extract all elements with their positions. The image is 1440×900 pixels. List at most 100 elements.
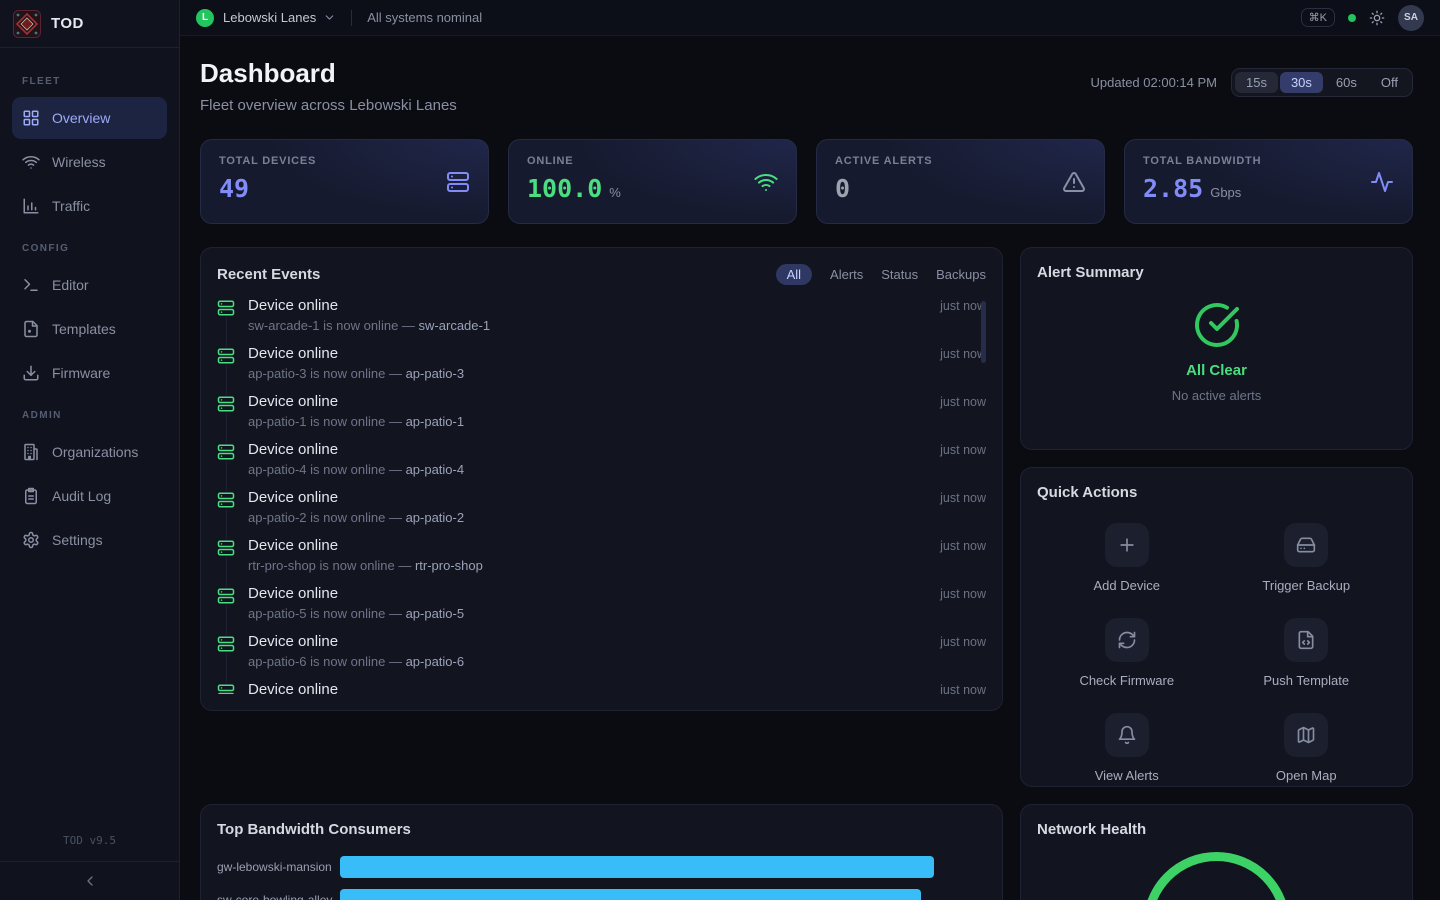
event-title: Device online [248,441,464,458]
chevron-down-icon[interactable] [323,11,336,24]
event-subtitle: ap-patio-2 is now online — ap-patio-2 [248,510,464,525]
event-time: just now [940,491,986,505]
sidebar-item-settings[interactable]: Settings [12,519,167,561]
quick-action-label: View Alerts [1095,768,1159,783]
server-icon [217,539,235,557]
health-dot [1348,14,1356,22]
command-palette-shortcut[interactable]: ⌘K [1301,8,1335,27]
stat-label: TOTAL BANDWIDTH [1143,155,1394,167]
tab-status[interactable]: Status [881,267,918,282]
interval-off-button[interactable]: Off [1370,72,1409,93]
sidebar-item-traffic[interactable]: Traffic [12,185,167,227]
event-time: just now [940,587,986,601]
sidebar-item-wireless[interactable]: Wireless [12,141,167,183]
device-name: ap-patio-1 [406,414,465,429]
event-subtitle: sw-arcade-1 is now online — sw-arcade-1 [248,318,490,333]
bandwidth-device-label: gw-lebowski-mansion [217,860,340,874]
sidebar-item-label: Firmware [52,365,110,381]
bandwidth-device-label: sw-core-bowling-alley [217,893,340,900]
interval-60s-button[interactable]: 60s [1325,72,1368,93]
event-subtitle: ap-patio-4 is now online — ap-patio-4 [248,462,464,477]
interval-30s-button[interactable]: 30s [1280,72,1323,93]
add-device-button[interactable]: Add Device [1037,523,1217,593]
tab-alerts[interactable]: Alerts [830,267,863,282]
sidebar-item-label: Editor [52,277,89,293]
event-title: Device online [248,537,483,554]
trigger-backup-button[interactable]: Trigger Backup [1217,523,1397,593]
event-time: just now [940,299,986,313]
stat-label: TOTAL DEVICES [219,155,470,167]
tab-backups[interactable]: Backups [936,267,986,282]
bandwidth-consumers-panel: Top Bandwidth Consumers gw-lebowski-mans… [200,804,1003,900]
check-circle-icon [1193,301,1241,349]
grid-icon [22,109,40,127]
event-subtitle: ap-patio-3 is now online — ap-patio-3 [248,366,464,381]
sidebar-item-editor[interactable]: Editor [12,264,167,306]
tab-all[interactable]: All [776,264,812,285]
events-list[interactable]: Device online sw-arcade-1 is now online … [217,297,986,694]
alert-summary-panel: Alert Summary All Clear No active alerts [1020,247,1413,450]
server-icon [217,491,235,509]
bandwidth-bar [340,856,935,878]
sidebar-collapse-button[interactable] [0,861,179,900]
sidebar-item-templates[interactable]: Templates [12,308,167,350]
activity-icon [1370,170,1394,194]
alert-triangle-icon [1062,170,1086,194]
download-icon [22,364,40,382]
chevron-left-icon [82,873,98,889]
event-row: Device online ap-patio-2 is now online —… [217,489,986,537]
event-time: just now [940,539,986,553]
org-switcher[interactable]: Lebowski Lanes [223,10,316,25]
stat-value: 0 [835,174,850,203]
sun-icon[interactable] [1369,10,1385,26]
server-icon [217,587,235,605]
wifi-icon [22,153,40,171]
last-updated-text: Updated 02:00:14 PM [1091,75,1217,90]
event-filter-tabs: All Alerts Status Backups [776,264,986,285]
event-row: Device online ap-patio-3 is now online —… [217,345,986,393]
nav-section-fleet: FLEET [22,76,157,87]
push-template-button[interactable]: Push Template [1217,618,1397,688]
server-icon [217,635,235,653]
app-name: TOD [51,15,84,32]
page-title: Dashboard [200,58,457,89]
event-title: Device online [248,345,464,362]
main-area: L Lebowski Lanes All systems nominal ⌘K … [180,0,1440,900]
event-row: Device online just now [217,681,986,694]
sidebar-item-organizations[interactable]: Organizations [12,431,167,473]
interval-15s-button[interactable]: 15s [1235,72,1278,93]
plus-icon [1105,523,1149,567]
events-scrollbar-thumb[interactable] [981,301,986,363]
app-logo-icon [13,10,41,38]
open-map-button[interactable]: Open Map [1217,713,1397,783]
clipboard-icon [22,487,40,505]
stat-card-total-devices: TOTAL DEVICES 49 [200,139,489,224]
device-name: ap-patio-3 [406,366,465,381]
event-time: just now [940,635,986,649]
event-row: Device online ap-patio-5 is now online —… [217,585,986,633]
gear-icon [22,531,40,549]
bar-chart-icon [22,197,40,215]
sidebar-item-label: Templates [52,321,116,337]
event-title: Device online [248,489,464,506]
alert-status-text: All Clear [1186,362,1247,379]
sidebar-item-overview[interactable]: Overview [12,97,167,139]
page-subtitle: Fleet overview across Lebowski Lanes [200,97,457,114]
quick-action-label: Trigger Backup [1262,578,1350,593]
org-avatar: L [196,9,214,27]
network-health-panel: Network Health 100 [1020,804,1413,900]
stat-label: ONLINE [527,155,778,167]
user-avatar[interactable]: SA [1398,5,1424,31]
check-firmware-button[interactable]: Check Firmware [1037,618,1217,688]
bandwidth-panel-title: Top Bandwidth Consumers [217,821,986,838]
alert-detail-text: No active alerts [1172,388,1262,403]
server-icon [446,170,470,194]
sidebar-item-audit-log[interactable]: Audit Log [12,475,167,517]
sidebar-item-firmware[interactable]: Firmware [12,352,167,394]
page-content: Dashboard Fleet overview across Lebowski… [180,36,1440,900]
stat-card-total-bandwidth: TOTAL BANDWIDTH 2.85Gbps [1124,139,1413,224]
view-alerts-button[interactable]: View Alerts [1037,713,1217,783]
event-subtitle: ap-patio-6 is now online — ap-patio-6 [248,654,464,669]
event-title: Device online [248,681,338,694]
file-icon [22,320,40,338]
